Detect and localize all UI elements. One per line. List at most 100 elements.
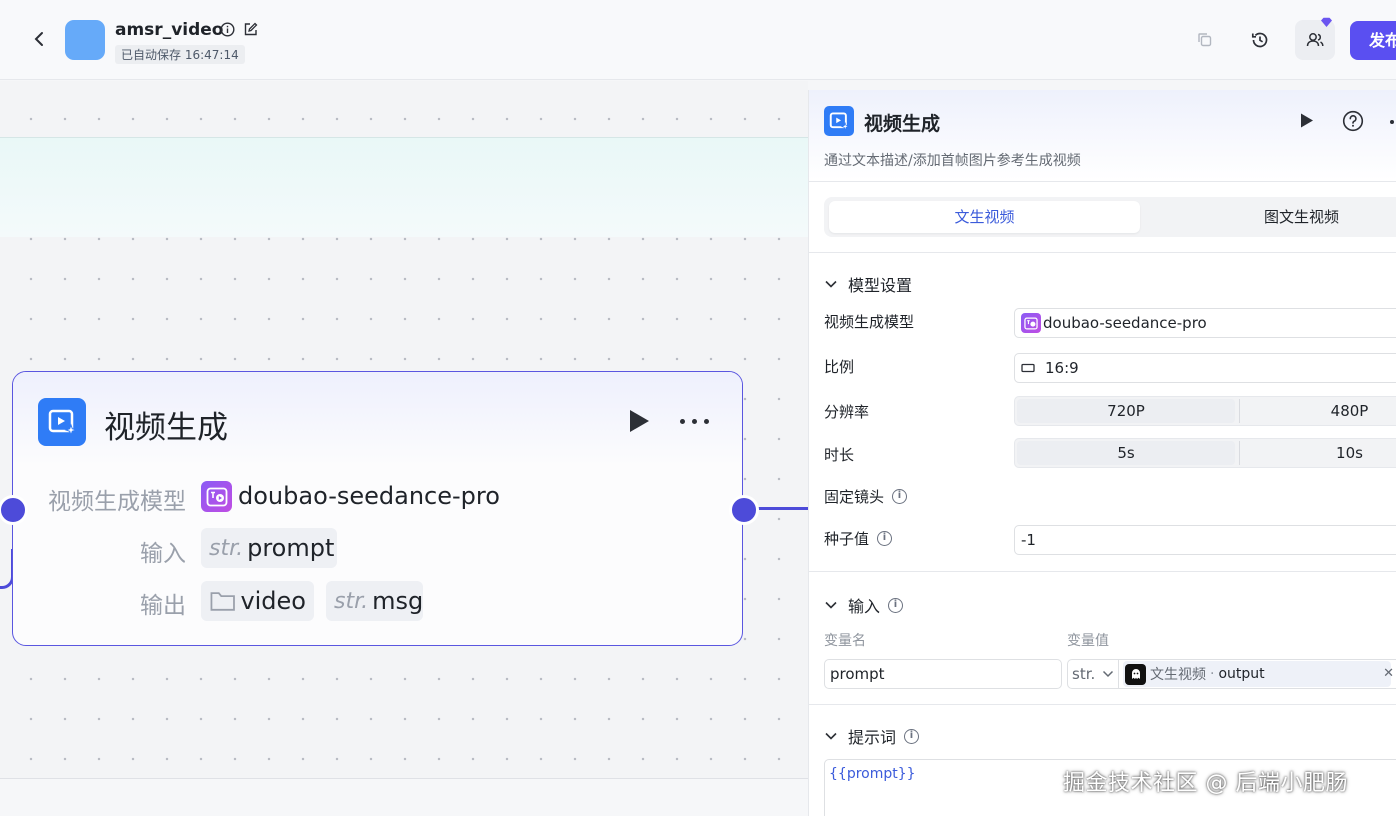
aspect-ratio-icon — [1021, 363, 1035, 373]
panel-title: 视频生成 — [864, 113, 941, 135]
info-icon[interactable]: i — [904, 728, 920, 744]
ghost-icon — [1125, 663, 1146, 685]
output-msg-type: str. — [334, 588, 369, 614]
model-label-text: 视频生成模型 — [824, 313, 915, 331]
resolution-field-label: 分辨率 — [824, 401, 869, 422]
run-node-icon[interactable] — [627, 408, 651, 434]
reference-node-name: 文生视频 — [1150, 667, 1206, 683]
more-icon[interactable] — [1390, 120, 1394, 124]
mode-tabs: 文生视频 图文生视频 — [824, 197, 1396, 237]
output-video-chip: video — [201, 581, 314, 621]
clear-reference-icon[interactable]: ✕ — [1383, 666, 1394, 681]
info-icon[interactable]: i — [888, 597, 904, 613]
reference-output-name: output — [1218, 666, 1265, 682]
node-output-port[interactable] — [729, 495, 759, 525]
seed-field-label: 种子值 i — [824, 528, 893, 549]
watermark: 掘金技术社区 @ 后端小肥肠 — [1063, 771, 1348, 796]
node-model-name: doubao-seedance-pro — [238, 482, 500, 510]
autosave-status: 已自动保存 16:47:14 — [115, 45, 245, 64]
folder-icon — [210, 592, 235, 611]
input-section-header[interactable]: 输入 i — [824, 593, 904, 617]
diamond-badge-icon — [1321, 17, 1332, 27]
output-msg-name: msg — [372, 587, 424, 615]
resolution-label-text: 分辨率 — [824, 403, 870, 421]
chevron-left-icon — [34, 32, 43, 46]
tab-text-to-video[interactable]: 文生视频 — [829, 201, 1140, 233]
ratio-select[interactable]: 16:9 — [1014, 353, 1396, 383]
top-header: amsr_video 已自动保存 16:47:14 发布 — [0, 0, 1396, 80]
variable-type-select[interactable]: str. — [1067, 659, 1119, 689]
video-sparkle-icon — [38, 398, 86, 446]
ratio-label-text: 比例 — [824, 358, 855, 376]
group-region — [0, 137, 808, 237]
info-icon[interactable] — [220, 22, 235, 37]
model-settings-title: 模型设置 — [848, 276, 913, 295]
node-input-port[interactable] — [0, 495, 28, 525]
panel-description: 通过文本描述/添加首帧图片参考生成视频 — [824, 153, 1081, 169]
input-name: prompt — [247, 534, 335, 562]
duration-option-5s[interactable]: 5s — [1017, 441, 1235, 465]
ratio-field-label: 比例 — [824, 356, 854, 377]
chevron-down-icon — [825, 280, 837, 288]
copy-icon — [1198, 33, 1212, 47]
canvas-bottom-area — [0, 778, 808, 816]
back-button[interactable] — [28, 28, 50, 50]
prompt-section-title: 提示词 — [848, 728, 897, 747]
chevron-down-icon — [825, 601, 837, 609]
users-icon — [1306, 33, 1324, 47]
seed-label-text: 种子值 — [824, 530, 870, 548]
model-logo-icon — [1021, 313, 1041, 333]
model-field-label: 视频生成模型 — [824, 311, 914, 332]
duration-radio-group: 5s 10s — [1014, 438, 1396, 468]
node-title: 视频生成 — [104, 410, 228, 446]
duration-label-text: 时长 — [824, 446, 855, 464]
node-output-label: 输出 — [140, 593, 186, 619]
reference-separator: · — [1210, 666, 1215, 682]
copy-button[interactable] — [1185, 20, 1225, 60]
input-type: str. — [209, 535, 244, 561]
node-settings-panel: 视频生成 通过文本描述/添加首帧图片参考生成视频 文生视频 图文生视频 模型设置… — [808, 90, 1396, 816]
variable-name-column: 变量名 — [824, 633, 866, 649]
app-title: amsr_video — [115, 20, 224, 40]
video-sparkle-icon — [824, 106, 854, 136]
info-icon[interactable]: i — [892, 489, 908, 504]
duration-option-10s[interactable]: 10s — [1239, 441, 1396, 465]
history-button[interactable] — [1240, 20, 1280, 60]
resolution-option-480p[interactable]: 480P — [1239, 399, 1396, 423]
tab-image-text-to-video[interactable]: 图文生视频 — [1144, 201, 1396, 233]
divider — [809, 252, 1396, 253]
input-section-title: 输入 — [848, 597, 881, 616]
divider — [809, 704, 1396, 705]
divider — [809, 181, 1396, 182]
help-icon[interactable] — [1342, 110, 1364, 132]
chevron-down-icon — [825, 732, 837, 740]
chevron-down-icon — [1102, 670, 1114, 678]
publish-button[interactable]: 发布 — [1350, 21, 1396, 60]
resolution-option-720p[interactable]: 720P — [1017, 399, 1235, 423]
variable-name-input[interactable]: prompt — [824, 659, 1062, 689]
ratio-value: 16:9 — [1045, 359, 1079, 377]
run-icon[interactable] — [1299, 112, 1314, 129]
node-more-icon[interactable] — [680, 419, 709, 424]
node-model-label: 视频生成模型 — [48, 489, 186, 515]
variable-reference[interactable]: 文生视频 · output ✕ — [1119, 659, 1396, 689]
prompt-section-header[interactable]: 提示词 i — [824, 724, 920, 748]
outgoing-connection — [758, 507, 808, 510]
fixed-camera-text: 固定镜头 — [824, 488, 885, 506]
seed-input[interactable]: -1 — [1014, 525, 1396, 555]
edit-icon[interactable] — [243, 22, 258, 37]
divider — [809, 571, 1396, 572]
variable-value-column: 变量值 — [1067, 633, 1109, 649]
seed-value: -1 — [1021, 531, 1036, 549]
model-value: doubao-seedance-pro — [1043, 314, 1207, 332]
history-icon — [1251, 32, 1268, 48]
workflow-canvas[interactable]: 视频生成 视频生成模型 doubao-seedance-pro 输入 str. … — [0, 81, 808, 816]
model-select[interactable]: doubao-seedance-pro — [1014, 308, 1396, 338]
model-logo-icon — [201, 481, 232, 512]
output-video-name: video — [240, 587, 306, 615]
info-icon[interactable]: i — [877, 531, 893, 546]
collaborators-button[interactable] — [1295, 17, 1335, 60]
video-generation-node[interactable]: 视频生成 视频生成模型 doubao-seedance-pro 输入 str. … — [0, 371, 759, 646]
model-settings-header[interactable]: 模型设置 — [824, 272, 912, 296]
reference-chip: 文生视频 · output — [1123, 661, 1391, 687]
